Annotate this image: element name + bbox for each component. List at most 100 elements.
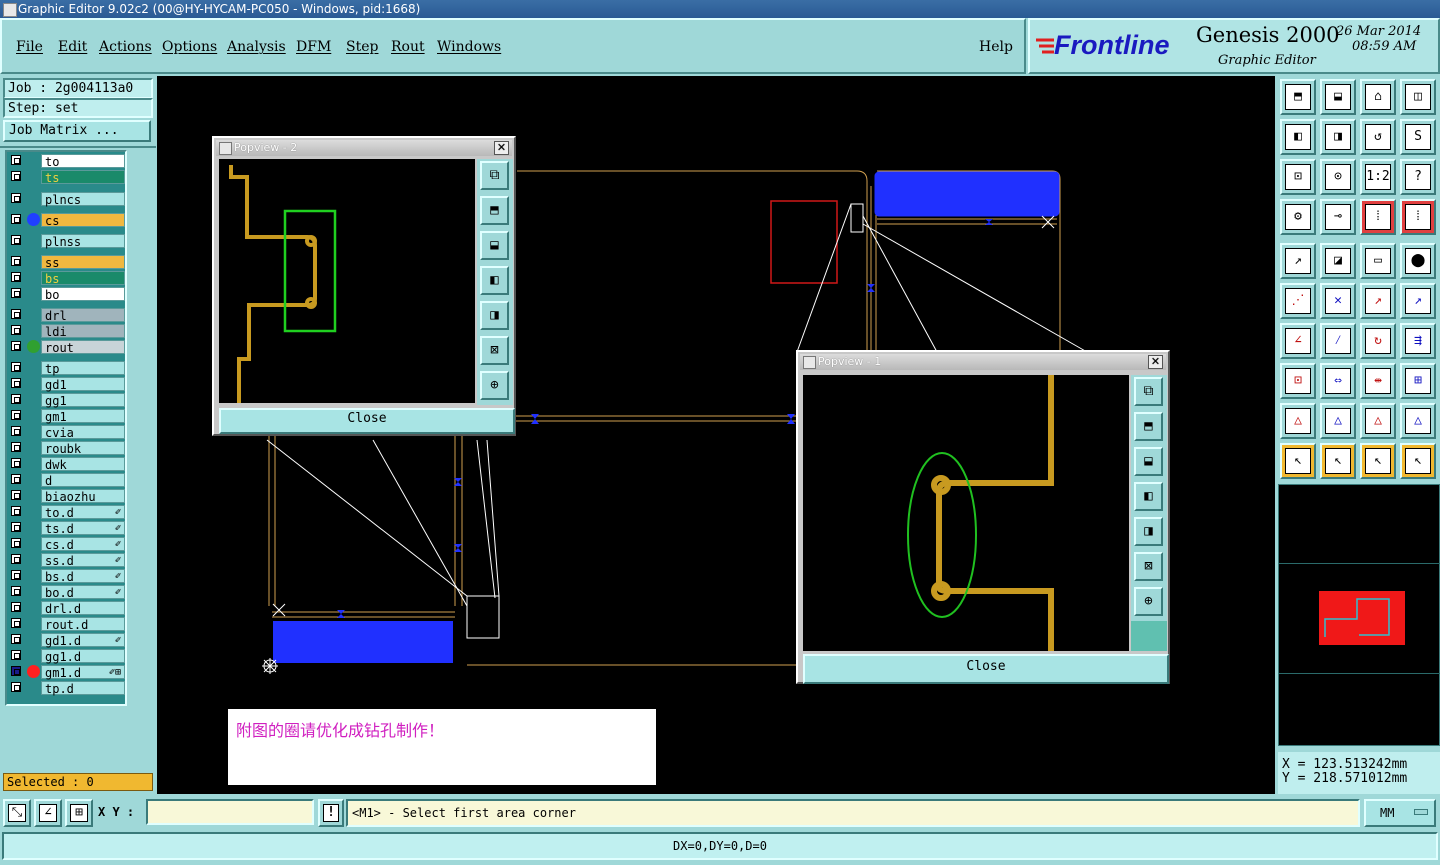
- tool-button-1-2[interactable]: ⬓: [1320, 79, 1356, 115]
- menu-help[interactable]: Help: [979, 39, 1013, 55]
- popview-left-icon[interactable]: ◧: [480, 266, 509, 295]
- layer-row-to-d[interactable]: to.d ✐: [9, 505, 125, 520]
- grid-icon[interactable]: ⊞: [65, 799, 93, 827]
- layer-name[interactable]: biaozhu: [41, 489, 125, 504]
- layer-row-plnss[interactable]: plnss: [9, 234, 125, 249]
- popview-1-view[interactable]: [803, 375, 1129, 651]
- layer-checkbox[interactable]: [11, 506, 21, 516]
- layer-row-bo-d[interactable]: bo.d ✐: [9, 585, 125, 600]
- layer-name[interactable]: ldi: [41, 324, 125, 339]
- tool-button-9-4[interactable]: △: [1400, 403, 1436, 439]
- layer-checkbox[interactable]: [11, 193, 21, 203]
- tool-button-3-4[interactable]: ?: [1400, 159, 1436, 195]
- layer-checkbox[interactable]: [11, 650, 21, 660]
- tool-button-8-2[interactable]: ⇔: [1320, 363, 1356, 399]
- menu-actions[interactable]: Actions: [99, 39, 152, 55]
- layer-row-biaozhu[interactable]: biaozhu: [9, 489, 125, 504]
- popview-1-close-button[interactable]: Close: [803, 654, 1169, 684]
- layer-name[interactable]: gd1: [41, 377, 125, 392]
- layer-name[interactable]: gm1: [41, 409, 125, 424]
- tool-button-10-3[interactable]: ↖: [1360, 443, 1396, 479]
- layer-name[interactable]: drl.d: [41, 601, 125, 616]
- tool-button-7-3[interactable]: ↻: [1360, 323, 1396, 359]
- alert-icon[interactable]: !: [318, 799, 344, 827]
- tool-button-2-1[interactable]: ◧: [1280, 119, 1316, 155]
- layer-checkbox[interactable]: [11, 682, 21, 692]
- menu-dfm[interactable]: DFM: [296, 39, 331, 55]
- layer-name[interactable]: dwk: [41, 457, 125, 472]
- popview-2-close-button[interactable]: Close: [219, 408, 515, 434]
- layer-checkbox[interactable]: [11, 458, 21, 468]
- layer-row-bs[interactable]: bs: [9, 271, 125, 286]
- tool-button-5-2[interactable]: ◪: [1320, 243, 1356, 279]
- layer-name[interactable]: plncs: [41, 192, 125, 207]
- tool-button-2-3[interactable]: ↺: [1360, 119, 1396, 155]
- layer-checkbox[interactable]: [11, 256, 21, 266]
- tool-button-8-3[interactable]: ⇹: [1360, 363, 1396, 399]
- layer-checkbox[interactable]: [11, 602, 21, 612]
- layer-row-dwk[interactable]: dwk: [9, 457, 125, 472]
- measure-icon[interactable]: ∠: [34, 799, 62, 827]
- layer-row-gd1-d[interactable]: gd1.d ✐: [9, 633, 125, 648]
- layer-row-roubk[interactable]: roubk: [9, 441, 125, 456]
- tool-button-4-3[interactable]: ⁞: [1360, 199, 1396, 235]
- tool-button-2-4[interactable]: S: [1400, 119, 1436, 155]
- layer-row-rout[interactable]: rout: [9, 340, 125, 355]
- layer-name[interactable]: gm1.d ✐⊞: [41, 665, 125, 680]
- layer-checkbox[interactable]: [11, 538, 21, 548]
- popview-right-icon[interactable]: ◨: [480, 301, 509, 330]
- layer-checkbox[interactable]: [11, 570, 21, 580]
- popview-zoom-icon[interactable]: ⧉: [480, 161, 509, 190]
- job-matrix-button[interactable]: Job Matrix ...: [3, 120, 151, 142]
- tool-button-7-4[interactable]: ⇶: [1400, 323, 1436, 359]
- popview-up-icon[interactable]: ⬒: [1134, 412, 1163, 441]
- layer-checkbox[interactable]: [11, 666, 21, 676]
- layer-row-gg1[interactable]: gg1: [9, 393, 125, 408]
- menu-windows[interactable]: Windows: [437, 39, 501, 55]
- layer-name[interactable]: bs.d ✐: [41, 569, 125, 584]
- popview-down-icon[interactable]: ⬓: [480, 231, 509, 260]
- menu-analysis[interactable]: Analysis: [227, 39, 286, 55]
- tool-button-5-1[interactable]: ↗: [1280, 243, 1316, 279]
- close-icon[interactable]: ✕: [1148, 355, 1163, 369]
- layer-checkbox[interactable]: [11, 235, 21, 245]
- layer-checkbox[interactable]: [11, 586, 21, 596]
- menu-rout[interactable]: Rout: [391, 39, 425, 55]
- tool-button-4-2[interactable]: ⊸: [1320, 199, 1356, 235]
- layer-row-cs[interactable]: cs: [9, 213, 125, 228]
- layer-name[interactable]: bo.d ✐: [41, 585, 125, 600]
- menu-edit[interactable]: Edit: [58, 39, 87, 55]
- layer-row-cvia[interactable]: cvia: [9, 425, 125, 440]
- layer-row-rout-d[interactable]: rout.d: [9, 617, 125, 632]
- popview-2-titlebar[interactable]: Popview - 2 ✕: [216, 140, 512, 156]
- layer-name[interactable]: gd1.d ✐: [41, 633, 125, 648]
- layer-checkbox[interactable]: [11, 341, 21, 351]
- layer-name[interactable]: roubk: [41, 441, 125, 456]
- layer-name[interactable]: bs: [41, 271, 125, 286]
- tool-button-3-1[interactable]: ⊡: [1280, 159, 1316, 195]
- popview-home-icon[interactable]: ⊕: [1134, 587, 1163, 616]
- popview-left-icon[interactable]: ◧: [1134, 482, 1163, 511]
- layer-checkbox[interactable]: [11, 309, 21, 319]
- menu-file[interactable]: File: [16, 39, 43, 55]
- layer-row-ldi[interactable]: ldi: [9, 324, 125, 339]
- layer-name[interactable]: cs: [41, 213, 125, 228]
- overview-map[interactable]: [1278, 484, 1440, 746]
- layer-row-d[interactable]: d: [9, 473, 125, 488]
- layer-name[interactable]: to.d ✐: [41, 505, 125, 520]
- menu-step[interactable]: Step: [346, 39, 378, 55]
- tool-button-6-1[interactable]: ⋰: [1280, 283, 1316, 319]
- layer-row-ss[interactable]: ss: [9, 255, 125, 270]
- layer-name[interactable]: drl: [41, 308, 125, 323]
- tool-button-6-4[interactable]: ↗: [1400, 283, 1436, 319]
- layer-checkbox[interactable]: [11, 474, 21, 484]
- close-icon[interactable]: ✕: [494, 141, 509, 155]
- layer-row-ts[interactable]: ts: [9, 170, 125, 185]
- popview-fit-icon[interactable]: ⊠: [1134, 552, 1163, 581]
- tool-button-1-3[interactable]: ⌂: [1360, 79, 1396, 115]
- layer-row-gm1-d[interactable]: gm1.d ✐⊞: [9, 665, 125, 680]
- tool-button-7-1[interactable]: ∠: [1280, 323, 1316, 359]
- layer-name[interactable]: ss: [41, 255, 125, 270]
- layer-checkbox[interactable]: [11, 426, 21, 436]
- tool-button-1-1[interactable]: ⬒: [1280, 79, 1316, 115]
